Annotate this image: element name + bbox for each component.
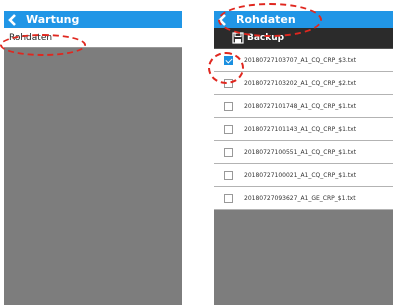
file-checkbox[interactable] xyxy=(224,124,233,134)
file-row[interactable]: 20180727101748_A1_CQ_CRP_$1.txt xyxy=(214,95,393,118)
page-title: Wartung xyxy=(26,13,80,26)
file-checkbox[interactable] xyxy=(224,147,233,157)
file-name: 20180727103202_A1_CQ_CRP_$2.txt xyxy=(244,79,357,87)
file-name: 20180727101748_A1_CQ_CRP_$1.txt xyxy=(244,102,357,110)
back-button[interactable] xyxy=(214,11,230,28)
file-checkbox[interactable] xyxy=(224,55,233,65)
rohdaten-titlebar: Rohdaten xyxy=(214,11,393,28)
file-list: 20180727103707_A1_CQ_CRP_$3.txt 201807271… xyxy=(214,49,393,210)
wartung-panel: Wartung Rohdaten xyxy=(4,11,182,305)
file-row[interactable]: 20180727101143_A1_CQ_CRP_$1.txt xyxy=(214,118,393,141)
back-button[interactable] xyxy=(4,11,20,28)
save-icon xyxy=(232,32,244,44)
file-checkbox[interactable] xyxy=(224,193,233,203)
wartung-titlebar: Wartung xyxy=(4,11,182,28)
file-row[interactable]: 20180727100021_A1_CQ_CRP_$1.txt xyxy=(214,164,393,187)
chevron-left-icon xyxy=(7,13,16,26)
file-row[interactable]: 20180727103707_A1_CQ_CRP_$3.txt xyxy=(214,49,393,72)
page-title: Rohdaten xyxy=(236,13,296,26)
file-name: 20180727093627_A1_GE_CRP_$1.txt xyxy=(244,194,356,202)
file-name: 20180727100021_A1_CQ_CRP_$1.txt xyxy=(244,171,357,179)
file-checkbox[interactable] xyxy=(224,170,233,180)
backup-label: Backup xyxy=(247,33,285,43)
file-row[interactable]: 20180727103202_A1_CQ_CRP_$2.txt xyxy=(214,72,393,95)
rohdaten-panel: Rohdaten Backup 20180727103707_A1_CQ_CRP… xyxy=(214,11,393,305)
menu-item-rohdaten[interactable]: Rohdaten xyxy=(4,28,182,48)
backup-button[interactable]: Backup xyxy=(232,32,284,44)
file-checkbox[interactable] xyxy=(224,78,233,88)
file-checkbox[interactable] xyxy=(224,101,233,111)
file-name: 20180727101143_A1_CQ_CRP_$1.txt xyxy=(244,125,357,133)
toolbar: Backup xyxy=(214,28,393,49)
file-row[interactable]: 20180727100551_A1_CQ_CRP_$1.txt xyxy=(214,141,393,164)
menu-item-label: Rohdaten xyxy=(9,32,53,43)
chevron-left-icon xyxy=(217,13,226,26)
file-name: 20180727100551_A1_CQ_CRP_$1.txt xyxy=(244,148,357,156)
file-name: 20180727103707_A1_CQ_CRP_$3.txt xyxy=(244,56,357,64)
file-row[interactable]: 20180727093627_A1_GE_CRP_$1.txt xyxy=(214,187,393,210)
